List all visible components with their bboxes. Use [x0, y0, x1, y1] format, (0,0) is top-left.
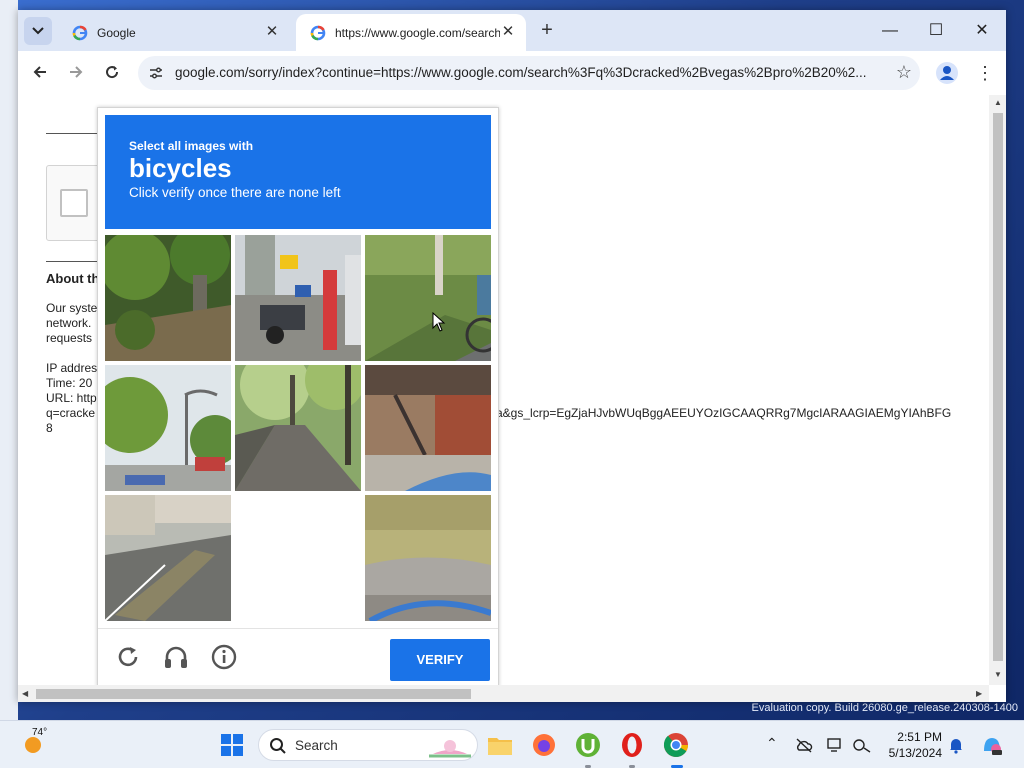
tab-title: https://www.google.com/search?q	[335, 25, 500, 40]
about-heading: About th	[46, 271, 100, 286]
file-explorer-icon[interactable]	[484, 729, 516, 761]
close-tab-icon[interactable]: ✕	[500, 24, 516, 40]
tab-strip: Google ✕ https://www.google.com/search?q…	[18, 10, 1006, 51]
weather-temperature[interactable]: 74°	[32, 727, 47, 738]
close-window-button[interactable]: ✕	[968, 18, 996, 44]
clock-date: 5/13/2024	[888, 746, 942, 760]
search-placeholder: Search	[295, 738, 338, 753]
reload-challenge-icon[interactable]	[114, 643, 142, 671]
back-arrow-icon[interactable]	[27, 61, 53, 87]
captcha-tile-empty[interactable]	[235, 495, 361, 621]
captcha-tile[interactable]	[365, 365, 491, 491]
query-line: q=cracke	[46, 406, 96, 420]
vertical-scrollbar[interactable]: ▲ ▼	[989, 95, 1006, 685]
tab-google[interactable]: Google ✕	[58, 14, 290, 51]
captcha-tile[interactable]	[105, 235, 231, 361]
desktop-icon-strip	[0, 0, 18, 720]
display-icon[interactable]	[826, 736, 844, 754]
more-menu-icon[interactable]: ⋮	[976, 62, 994, 84]
cloud-offline-icon[interactable]	[795, 737, 813, 753]
horizontal-scroll-thumb[interactable]	[36, 689, 471, 699]
minimize-button[interactable]: —	[876, 18, 904, 44]
mouse-cursor-icon	[432, 312, 446, 332]
google-logo-icon	[72, 25, 88, 40]
reload-icon[interactable]	[99, 61, 125, 87]
query-line-end: 8	[46, 421, 53, 435]
evaluation-watermark: Evaluation copy. Build 26080.ge_release.…	[751, 702, 1018, 714]
clock-time: 2:51 PM	[897, 730, 942, 744]
tab-title: Google	[97, 25, 136, 40]
taskbar: 74° Search ⌃ 2:51 PM 5/13/2024	[0, 720, 1024, 768]
captcha-tile[interactable]	[235, 365, 361, 491]
maximize-button[interactable]: ☐	[922, 18, 950, 44]
captcha-image-grid	[105, 235, 491, 621]
search-icon	[270, 738, 286, 754]
url-line: URL: http	[46, 391, 97, 405]
ip-address-line: IP addres	[46, 361, 98, 375]
site-info-icon[interactable]	[148, 65, 164, 81]
captcha-target-object: bicycles	[129, 153, 232, 183]
tab-search-button[interactable]	[24, 17, 52, 45]
profile-avatar[interactable]	[936, 62, 958, 84]
verify-button[interactable]: VERIFY	[390, 639, 490, 681]
captcha-challenge-dialog: Select all images with bicycles Click ve…	[97, 107, 499, 687]
explanation-line: network.	[46, 316, 92, 330]
firefox-icon[interactable]	[528, 729, 560, 761]
taskbar-clock[interactable]: 2:51 PM 5/13/2024	[880, 729, 942, 761]
tab-google-search[interactable]: https://www.google.com/search?q ✕	[296, 14, 526, 51]
vertical-scroll-thumb[interactable]	[993, 113, 1003, 661]
time-line: Time: 20	[46, 376, 93, 390]
horizontal-scrollbar[interactable]: ◀ ▶	[18, 685, 989, 702]
chrome-icon[interactable]	[660, 729, 692, 761]
captcha-prompt: Select all images with	[129, 139, 254, 153]
network-icon[interactable]	[852, 736, 872, 754]
captcha-tile[interactable]	[105, 365, 231, 491]
search-highlight-icon	[429, 740, 471, 758]
url-continuation: a&gs_lcrp=EgZjaHJvbWUqBggAEEUYOzIGCAAQRR…	[496, 406, 952, 420]
divider	[46, 261, 98, 262]
utorrent-icon[interactable]	[572, 729, 604, 761]
captcha-footer: VERIFY	[98, 628, 498, 686]
captcha-tile[interactable]	[105, 495, 231, 621]
person-icon	[940, 66, 954, 80]
recaptcha-checkbox[interactable]	[60, 189, 88, 217]
address-bar[interactable]: google.com/sorry/index?continue=https://…	[138, 56, 920, 90]
chevron-down-icon	[32, 27, 44, 35]
page-viewport: About th Our syste network. requests IP …	[18, 95, 1006, 702]
captcha-tile[interactable]	[235, 235, 361, 361]
captcha-tile[interactable]	[365, 495, 491, 621]
explanation-line: requests	[46, 331, 93, 345]
captcha-instruction: Click verify once there are none left	[129, 185, 341, 200]
address-url[interactable]: google.com/sorry/index?continue=https://…	[175, 65, 885, 80]
captcha-tile[interactable]	[365, 235, 491, 361]
captcha-header: Select all images with bicycles Click ve…	[105, 115, 491, 229]
copilot-icon[interactable]	[980, 733, 1004, 757]
close-tab-icon[interactable]: ✕	[264, 24, 280, 40]
browser-window: Google ✕ https://www.google.com/search?q…	[18, 10, 1006, 702]
notification-bell-icon[interactable]	[948, 736, 964, 754]
browser-toolbar: google.com/sorry/index?continue=https://…	[18, 51, 1006, 95]
forward-arrow-icon[interactable]	[63, 61, 89, 87]
bookmark-star-icon[interactable]: ☆	[896, 62, 912, 83]
show-hidden-icons-icon[interactable]: ⌃	[766, 735, 778, 752]
google-logo-icon	[310, 25, 326, 40]
divider	[46, 133, 98, 134]
opera-icon[interactable]	[616, 729, 648, 761]
info-icon[interactable]	[210, 643, 238, 671]
headphones-icon[interactable]	[162, 643, 190, 671]
explanation-line: Our syste	[46, 301, 98, 315]
taskbar-search-box[interactable]: Search	[258, 729, 478, 761]
new-tab-button[interactable]: +	[536, 20, 558, 42]
start-windows-icon[interactable]	[216, 729, 248, 761]
